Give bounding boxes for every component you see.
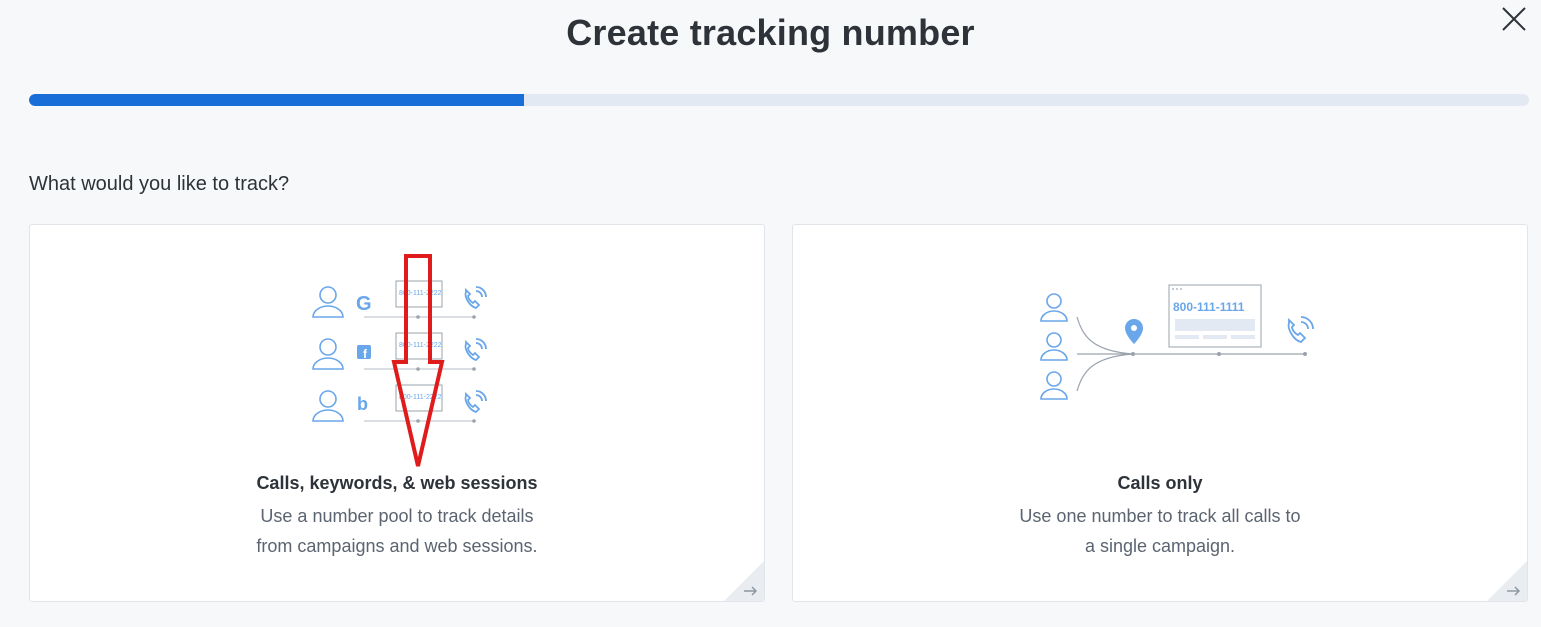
bing-icon: b [357,394,368,414]
illustration-number: 800-111-1111 [1173,300,1245,314]
option-description: Use one number to track all calls to a s… [793,501,1527,561]
svg-text:800-111-2222: 800-111-2222 [399,394,442,401]
phone-icon [464,338,487,362]
option-description-line: Use one number to track all calls to [1019,506,1301,526]
option-description: Use a number pool to track details from … [30,501,764,561]
person-icon [312,338,344,370]
option-description-line: a single campaign. [1084,536,1236,556]
google-icon: G [356,293,372,315]
modal-title: Create tracking number [566,12,975,53]
arrow-right-icon [724,561,764,601]
person-icon [1040,332,1068,361]
svg-text:800-111-2222: 800-111-2222 [399,342,442,349]
phone-icon [464,390,487,414]
option-card-calls-keywords-web-sessions[interactable]: G f b 800-111-2222 800-111-2222 800-111-… [29,224,765,602]
person-icon [1040,371,1068,400]
facebook-icon: f [357,345,371,361]
close-icon [1502,7,1526,31]
option-description-line: from campaigns and web sessions. [256,536,538,556]
progress-bar [29,94,1529,106]
phone-icon [1287,316,1314,343]
person-icon [312,390,344,422]
person-icon [1040,293,1068,322]
svg-text:800-111-2222: 800-111-2222 [399,290,442,297]
close-button[interactable] [1498,3,1530,35]
option-title: Calls, keywords, & web sessions [256,473,538,493]
location-pin-icon [1125,319,1143,344]
progress-fill [29,94,524,106]
option-title: Calls only [1117,473,1203,493]
single-number-illustration: 800-111-1111 [1040,284,1314,400]
option-description-line: Use a number pool to track details [260,506,534,526]
number-pool-illustration: G f b 800-111-2222 800-111-2222 800-111-… [312,280,487,423]
phone-icon [464,286,487,310]
arrow-right-icon [1487,561,1527,601]
question-heading: What would you like to track? [29,173,290,195]
option-card-calls-only[interactable]: 800-111-1111 Calls only Use one number t… [792,224,1528,602]
person-icon [312,286,344,318]
